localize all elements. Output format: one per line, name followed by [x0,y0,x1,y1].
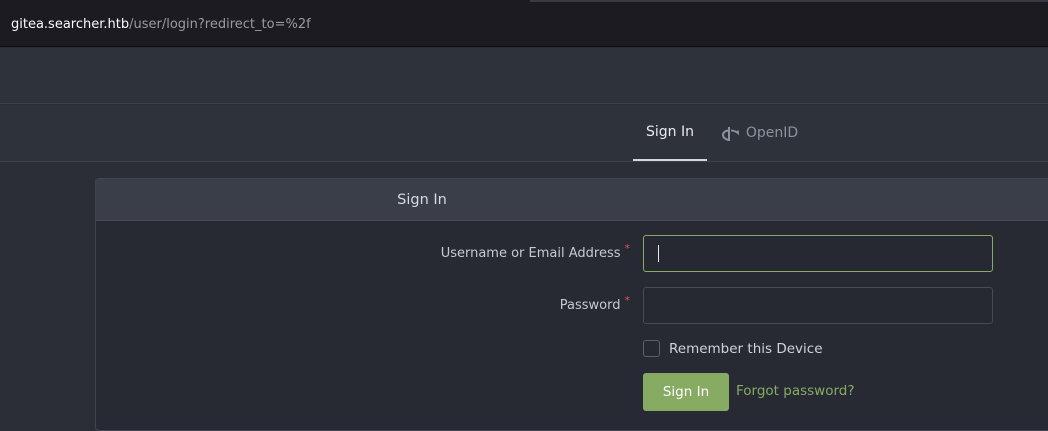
username-required-mark: * [624,242,631,255]
address-bar[interactable]: gitea.searcher.htb/user/login?redirect_t… [0,8,1048,47]
url-text[interactable]: gitea.searcher.htb/user/login?redirect_t… [11,16,311,34]
remember-device-label[interactable]: Remember this Device [669,341,823,357]
password-label-text: Password [559,298,621,313]
sign-in-card-header: Sign In [96,179,1048,221]
password-input[interactable] [643,287,993,324]
password-label: Password * [559,294,630,313]
password-required-mark: * [624,294,631,307]
text-cursor [658,245,659,262]
browser-tab-strip [0,0,1048,8]
tab-sign-in-label: Sign In [646,124,694,140]
username-input[interactable] [643,235,993,272]
username-label-text: Username or Email Address [440,246,621,261]
username-label: Username or Email Address * [440,242,630,261]
sign-in-button[interactable]: Sign In [643,373,729,411]
url-host: gitea.searcher.htb [11,17,130,32]
site-navbar [0,48,1048,104]
openid-icon [721,126,739,141]
forgot-password-link[interactable]: Forgot password? [736,383,855,399]
url-path: /user/login?redirect_to=%2f [129,17,311,32]
tab-openid-label: OpenID [745,125,799,141]
sign-in-card-title: Sign In [397,191,447,208]
remember-device-checkbox[interactable] [643,340,660,357]
tab-sign-in[interactable]: Sign In [633,105,707,161]
tab-strip-edge [530,0,1048,2]
auth-tabs-bar: Sign In OpenID [0,105,1048,162]
tab-openid[interactable]: OpenID [718,105,802,161]
